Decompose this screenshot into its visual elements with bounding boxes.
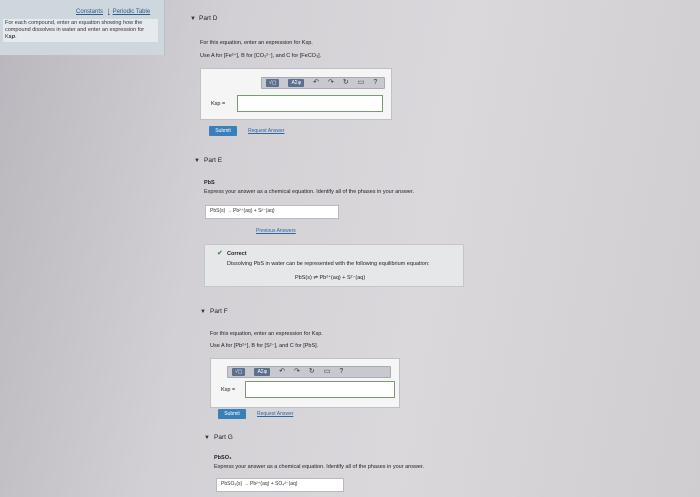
part-f-ksp-label: Ksp =	[221, 387, 236, 393]
part-e-instruction: Express your answer as a chemical equati…	[204, 189, 415, 195]
undo-icon[interactable]: ↶	[279, 367, 285, 377]
help-icon[interactable]: ?	[339, 367, 343, 377]
part-g-collapse-icon[interactable]: ▼	[204, 435, 210, 441]
part-d-instruction: For this equation, enter an expression f…	[200, 40, 313, 46]
part-f-answer-input[interactable]	[245, 381, 395, 398]
part-d-use-text: Use A for [Fe²⁺], B for [CO₃²⁻], and C f…	[200, 53, 322, 59]
correct-equation: PbS(s) ⇌ Pb²⁺(aq) + S²⁻(aq)	[295, 275, 366, 281]
correct-title: Correct	[227, 251, 247, 257]
part-f-submit-button[interactable]: Submit	[218, 409, 246, 419]
templates-button[interactable]: √▢	[266, 79, 280, 87]
help-period: .	[15, 34, 17, 40]
part-e-compound: PbS	[204, 180, 215, 186]
part-f-use-text: Use A for [Pb²⁺], B for [S²⁻], and C for…	[210, 343, 319, 349]
keyboard-icon[interactable]: ▭	[358, 78, 365, 88]
part-g-entered-equation: PbSO₄(s) → Pb²⁺(aq) + SO₄²⁻(aq)	[216, 478, 344, 492]
templates-button[interactable]: √▢	[232, 368, 246, 376]
part-d-submit-button[interactable]: Submit	[209, 126, 237, 136]
redo-icon[interactable]: ↷	[294, 367, 300, 377]
part-f-equation-editor: √▢ ΑΣφ ↶ ↷ ↻ ▭ ? Ksp =	[210, 358, 400, 408]
periodic-table-link[interactable]: Periodic Table	[113, 9, 151, 15]
part-f-title: Part F	[210, 308, 228, 315]
part-f-toolbar: √▢ ΑΣφ ↶ ↷ ↻ ▭ ?	[227, 366, 391, 378]
part-e-previous-answers-link[interactable]: Previous Answers	[256, 228, 296, 234]
part-e-correct-feedback: ✔ Correct Dissolving PbS in water can be…	[204, 244, 464, 287]
symbols-button[interactable]: ΑΣφ	[288, 79, 305, 87]
sidebar-panel: Constants | Periodic Table For each compou…	[0, 0, 165, 55]
part-e-title: Part E	[204, 157, 223, 164]
sidebar-links: Constants | Periodic Table	[76, 9, 153, 15]
keyboard-icon[interactable]: ▭	[324, 367, 331, 377]
correct-explanation: Dissolving PbS in water can be represent…	[227, 261, 430, 267]
part-f-request-answer-link[interactable]: Request Answer	[257, 411, 293, 417]
part-f-instruction: For this equation, enter an expression f…	[210, 331, 323, 337]
part-g-title: Part G	[214, 434, 233, 441]
help-text: For each compound, enter an equation sho…	[5, 20, 145, 40]
part-d-answer-input[interactable]	[237, 95, 383, 112]
part-f-collapse-icon[interactable]: ▼	[200, 309, 206, 315]
reset-icon[interactable]: ↻	[309, 367, 315, 377]
part-g-instruction: Express your answer as a chemical equati…	[214, 464, 425, 470]
reset-icon[interactable]: ↻	[343, 78, 349, 88]
undo-icon[interactable]: ↶	[313, 78, 319, 88]
part-g-compound: PbSO₄	[214, 455, 232, 461]
constants-link[interactable]: Constants	[76, 9, 103, 15]
part-d-request-answer-link[interactable]: Request Answer	[248, 128, 284, 134]
sidebar-help-text: For each compound, enter an equation sho…	[3, 19, 158, 42]
help-icon[interactable]: ?	[373, 78, 377, 88]
link-separator: |	[108, 9, 110, 15]
part-d-equation-editor: √▢ ΑΣφ ↶ ↷ ↻ ▭ ? Ksp =	[200, 68, 392, 120]
checkmark-icon: ✔	[217, 250, 223, 257]
redo-icon[interactable]: ↷	[328, 78, 334, 88]
symbols-button[interactable]: ΑΣφ	[254, 368, 271, 376]
part-d-toolbar: √▢ ΑΣφ ↶ ↷ ↻ ▭ ?	[261, 77, 385, 89]
part-e-entered-equation: PbS(s) → Pb²⁺(aq) + S²⁻(aq)	[205, 205, 339, 219]
part-e-collapse-icon[interactable]: ▼	[194, 158, 200, 164]
part-d-ksp-label: Ksp =	[211, 101, 226, 107]
part-d-collapse-icon[interactable]: ▼	[190, 16, 196, 22]
part-d-title: Part D	[199, 15, 218, 22]
